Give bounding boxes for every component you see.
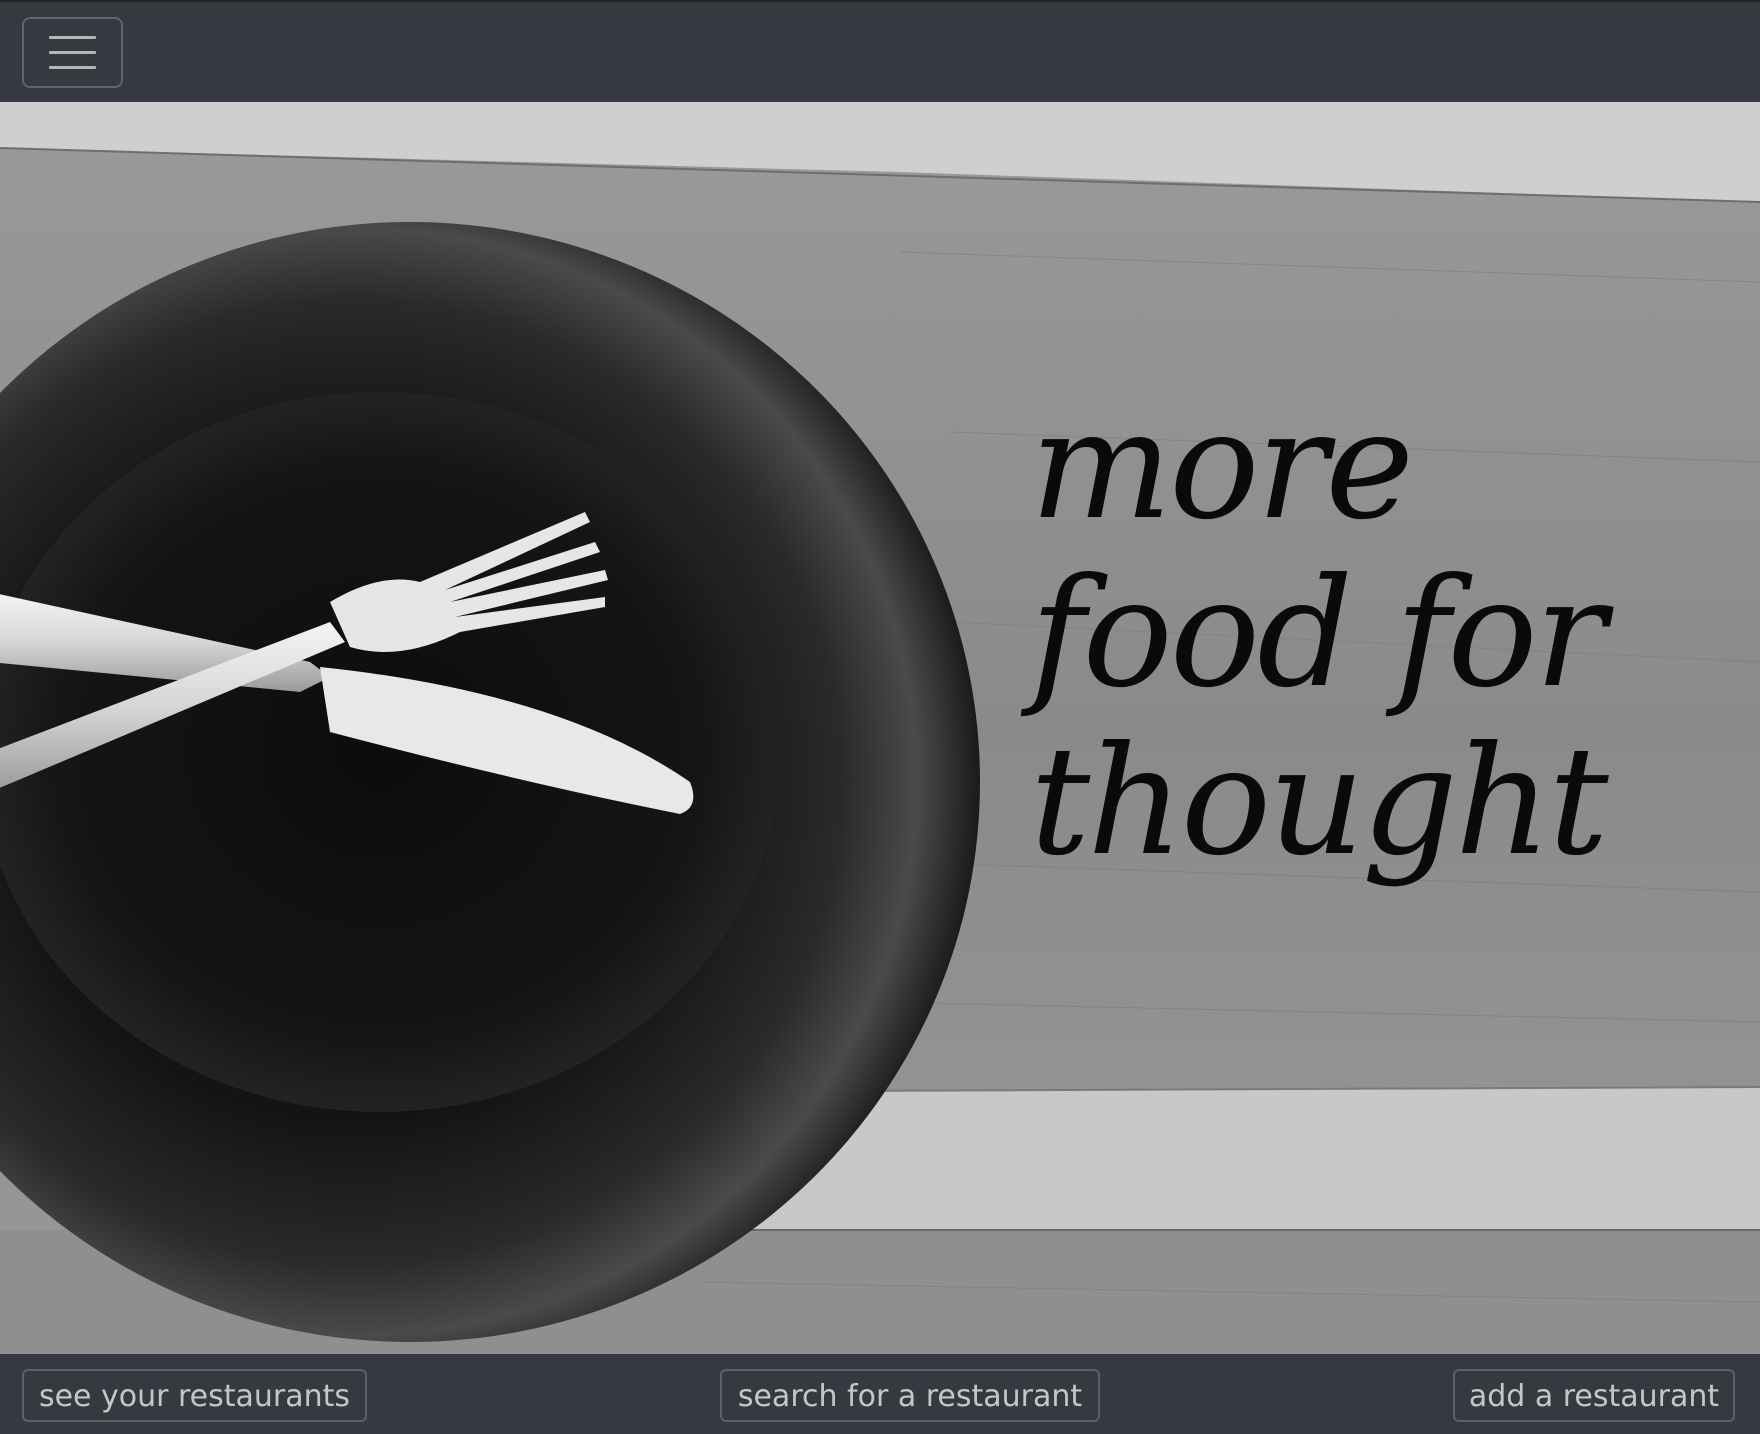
navbar-toggler-button[interactable]: [22, 17, 123, 88]
add-a-restaurant-button[interactable]: add a restaurant: [1453, 1369, 1735, 1422]
tagline-line-1: more: [1030, 379, 1414, 553]
tagline-line-3: thought: [1030, 715, 1609, 889]
search-for-a-restaurant-button[interactable]: search for a restaurant: [720, 1369, 1100, 1422]
bottom-navbar: see your restaurants search for a restau…: [0, 1354, 1760, 1434]
tagline-line-2: food for: [1030, 547, 1606, 721]
hero-tagline: more food for thought: [1030, 382, 1730, 886]
top-navbar: [0, 0, 1760, 102]
see-your-restaurants-button[interactable]: see your restaurants: [22, 1369, 367, 1422]
hero-image: more food for thought: [0, 102, 1760, 1354]
